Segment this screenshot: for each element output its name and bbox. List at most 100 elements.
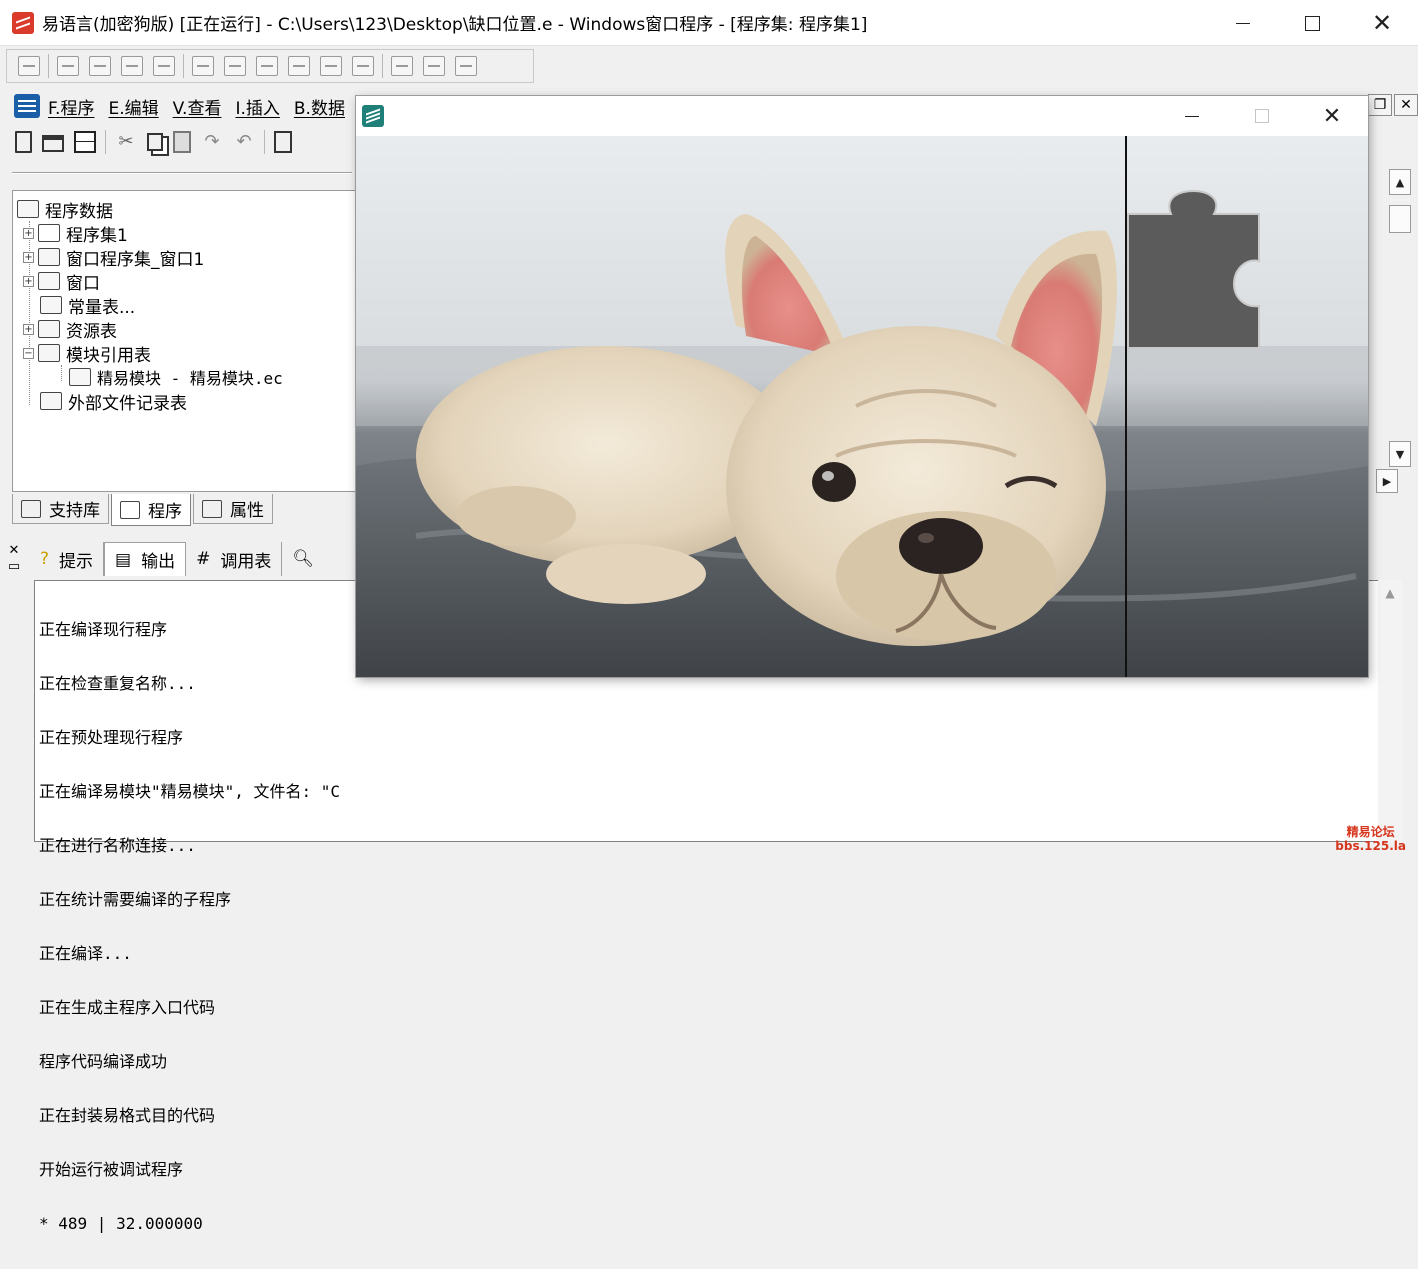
- tree-item-jingyi-module[interactable]: 精易模块 - 精易模块.ec: [69, 365, 283, 389]
- tab-label: 支持库: [49, 501, 100, 521]
- align-bottom-icon[interactable]: [153, 56, 175, 76]
- same-height-icon[interactable]: [423, 56, 445, 76]
- running-program-window[interactable]: ✕: [356, 96, 1368, 677]
- expand-toggle[interactable]: +: [23, 323, 34, 335]
- scroll-up-icon[interactable]: ▲: [1389, 169, 1411, 195]
- align-top-icon[interactable]: [121, 56, 143, 76]
- properties-icon: [202, 499, 222, 518]
- tab-hints[interactable]: ? 提示: [30, 542, 105, 576]
- menu-edit[interactable]: E.编辑: [108, 94, 158, 119]
- tab-call-stack[interactable]: # 调用表: [186, 542, 283, 576]
- tree-item-label: 精易模块 - 精易模块.ec: [97, 369, 283, 388]
- align-middle-icon[interactable]: [256, 56, 278, 76]
- align-left-icon[interactable]: [57, 56, 79, 76]
- center-vertical-icon[interactable]: [224, 56, 246, 76]
- external-file-icon: [40, 392, 62, 410]
- output-scrollbar[interactable]: ▲: [1378, 580, 1402, 842]
- tab-program[interactable]: 程序: [111, 494, 191, 526]
- toolbar-separator: [264, 130, 265, 154]
- close-panel-icon[interactable]: ✕: [6, 543, 22, 559]
- overlay-title-bar[interactable]: ✕: [356, 96, 1368, 136]
- tree-item-assembly1[interactable]: + 程序集1: [23, 220, 128, 246]
- expand-toggle[interactable]: +: [23, 275, 34, 287]
- tree-root[interactable]: 程序数据: [17, 197, 113, 222]
- search-icon: 🔍︎: [292, 549, 314, 569]
- tree-item-module-refs[interactable]: − 模块引用表: [23, 341, 151, 366]
- overlay-minimize-button[interactable]: [1157, 96, 1227, 136]
- paste-icon[interactable]: [173, 131, 191, 153]
- output-line: 正在编译易模块"精易模块", 文件名: "C: [39, 782, 341, 801]
- copy-icon[interactable]: [147, 133, 163, 151]
- captcha-photo: [356, 136, 1368, 677]
- menu-program[interactable]: F.程序: [48, 94, 94, 119]
- output-line: 正在编译现行程序: [39, 620, 168, 639]
- tree-item-window-assembly[interactable]: + 窗口程序集_窗口1: [23, 245, 205, 270]
- redo-icon[interactable]: ↷: [201, 131, 223, 153]
- expand-toggle[interactable]: +: [23, 251, 34, 263]
- output-line: 开始运行被调试程序: [39, 1160, 184, 1179]
- distribute-vertical-icon[interactable]: [352, 56, 374, 76]
- scroll-right-icon[interactable]: ▶: [1376, 469, 1398, 493]
- close-button[interactable]: ✕: [1347, 0, 1417, 46]
- program-icon: [120, 500, 140, 519]
- output-line: 正在统计需要编译的子程序: [39, 890, 232, 909]
- undo-icon[interactable]: ↶: [233, 131, 255, 153]
- distribute-horizontal-icon[interactable]: [320, 56, 342, 76]
- tree-item-label: 窗口程序集_窗口1: [66, 249, 205, 270]
- tree-item-window[interactable]: + 窗口: [23, 269, 100, 294]
- yi-window-icon: [362, 105, 384, 127]
- maximize-button[interactable]: [1277, 0, 1347, 46]
- tab-search[interactable]: 🔍︎: [282, 542, 334, 576]
- resources-icon: [38, 320, 60, 338]
- yi-language-logo-icon: [12, 11, 34, 34]
- tab-output[interactable]: ▤ 输出: [104, 542, 187, 576]
- scroll-up-icon[interactable]: ▲: [1378, 586, 1402, 600]
- align-center-icon[interactable]: [288, 56, 310, 76]
- cut-icon[interactable]: ✂: [115, 131, 137, 153]
- overlay-close-button[interactable]: ✕: [1297, 96, 1367, 136]
- tree-item-resources[interactable]: + 资源表: [23, 317, 117, 342]
- mdi-restore-button[interactable]: ❐: [1368, 94, 1392, 116]
- tab-support-library[interactable]: 支持库: [12, 494, 109, 524]
- scroll-down-icon[interactable]: ▼: [1389, 441, 1411, 467]
- editor-scrollbar[interactable]: ▲ ▼ ▶: [1376, 165, 1412, 495]
- output-line: 正在进行名称连接...: [39, 836, 196, 855]
- scroll-thumb[interactable]: [1389, 205, 1411, 233]
- collapse-toggle[interactable]: −: [23, 347, 34, 359]
- tab-label: 调用表: [220, 551, 272, 572]
- module-reference-icon: [38, 344, 60, 362]
- menu-view[interactable]: V.查看: [173, 94, 222, 119]
- minimize-button[interactable]: [1208, 0, 1278, 46]
- expand-toggle[interactable]: +: [23, 227, 34, 239]
- mdi-close-button[interactable]: ✕: [1394, 94, 1418, 116]
- module-file-icon: [69, 368, 91, 386]
- tab-label: 输出: [141, 552, 176, 572]
- alignment-toolbar: [6, 49, 534, 83]
- find-icon[interactable]: [274, 131, 292, 153]
- call-table-icon: #: [196, 549, 211, 569]
- same-width-icon[interactable]: [391, 56, 413, 76]
- close-icon: ✕: [1371, 9, 1393, 37]
- open-folder-icon[interactable]: [42, 135, 64, 152]
- output-panel-controls: ✕ ▭: [6, 543, 22, 579]
- new-file-icon[interactable]: [15, 131, 32, 153]
- minimize-panel-icon[interactable]: ▭: [6, 559, 22, 575]
- menu-insert[interactable]: I.插入: [235, 94, 279, 119]
- align-right-icon[interactable]: [89, 56, 111, 76]
- toolbar-separator: [48, 54, 49, 78]
- watermark-url: bbs.125.la: [1335, 839, 1406, 853]
- tab-properties[interactable]: 属性: [193, 494, 273, 524]
- output-tabs: ? 提示 ▤ 输出 # 调用表 🔍︎: [30, 540, 334, 578]
- panel-splitter[interactable]: [12, 172, 352, 174]
- grid-icon[interactable]: [18, 56, 40, 76]
- main-title-bar: 易语言(加密狗版) [正在运行] - C:\Users\123\Desktop\…: [0, 0, 1418, 46]
- maximize-icon: [1255, 109, 1269, 123]
- tab-label: 属性: [230, 501, 264, 521]
- menu-data[interactable]: B.数据: [294, 94, 345, 119]
- center-horizontal-icon[interactable]: [192, 56, 214, 76]
- mdi-window-controls: ❐ ✕: [1366, 94, 1418, 116]
- save-icon[interactable]: [74, 131, 96, 153]
- tree-item-external-files[interactable]: 外部文件记录表: [40, 389, 187, 414]
- tree-item-constants[interactable]: 常量表...: [40, 293, 135, 318]
- same-size-icon[interactable]: [455, 56, 477, 76]
